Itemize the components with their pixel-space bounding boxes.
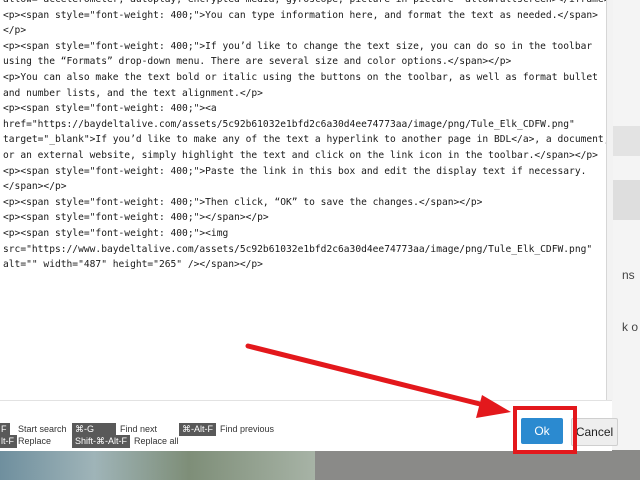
ok-highlight-box [513, 406, 577, 454]
find-previous-shortcut-key: ⌘-Alt-F [179, 423, 216, 436]
find-previous-label: Find previous [220, 424, 275, 434]
source-code-dialog: allow="accelerometer; autoplay; encrypte… [0, 0, 613, 451]
scrollbar[interactable] [606, 0, 613, 400]
code-line: target="_blank">If you’d like to make an… [3, 134, 606, 146]
code-line: allow="accelerometer; autoplay; encrypte… [0, 0, 606, 8]
code-line: </span></p> [3, 181, 67, 193]
code-line: <p>You can also make the text bold or it… [3, 71, 598, 83]
code-line: or an external website, simply highlight… [3, 149, 598, 161]
code-line: <p><span style="font-weight: 400;">Then … [3, 196, 483, 208]
replace-all-shortcut-key: Shift-⌘-Alt-F [72, 435, 131, 448]
code-line: <p><span style="font-weight: 400;"><a [3, 103, 217, 115]
code-line: <p><span style="font-weight: 400;"><img [3, 227, 229, 239]
background-photo [0, 450, 315, 480]
code-line: <p><span style="font-weight: 400;"></spa… [3, 212, 269, 224]
code-line: <p><span style="font-weight: 400;">If yo… [3, 40, 593, 52]
replace-shortcut-key: lt-F [0, 435, 17, 448]
code-line: and number lists, and the text alignment… [3, 87, 263, 99]
replace-label: Replace [18, 436, 52, 446]
code-line: </p> [3, 25, 27, 37]
code-line: <p><span style="font-weight: 400;">You c… [3, 9, 598, 21]
background-text-2: k o [622, 320, 639, 334]
code-line: src="https://www.baydeltalive.com/assets… [3, 243, 593, 255]
source-code-textarea[interactable]: allow="accelerometer; autoplay; encrypte… [0, 0, 606, 392]
background-area [315, 450, 640, 480]
background-text-1: ns [622, 268, 635, 282]
code-line: using the “Formats” drop-down menu. Ther… [3, 56, 512, 68]
code-line: <p><span style="font-weight: 400;">Paste… [3, 165, 587, 177]
code-line: href="https://baydeltalive.com/assets/5c… [3, 118, 575, 130]
replace-all-label: Replace all [134, 436, 179, 446]
cancel-button[interactable]: Cancel [571, 418, 618, 446]
code-line: alt="" width="487" height="265" /></span… [3, 259, 263, 271]
